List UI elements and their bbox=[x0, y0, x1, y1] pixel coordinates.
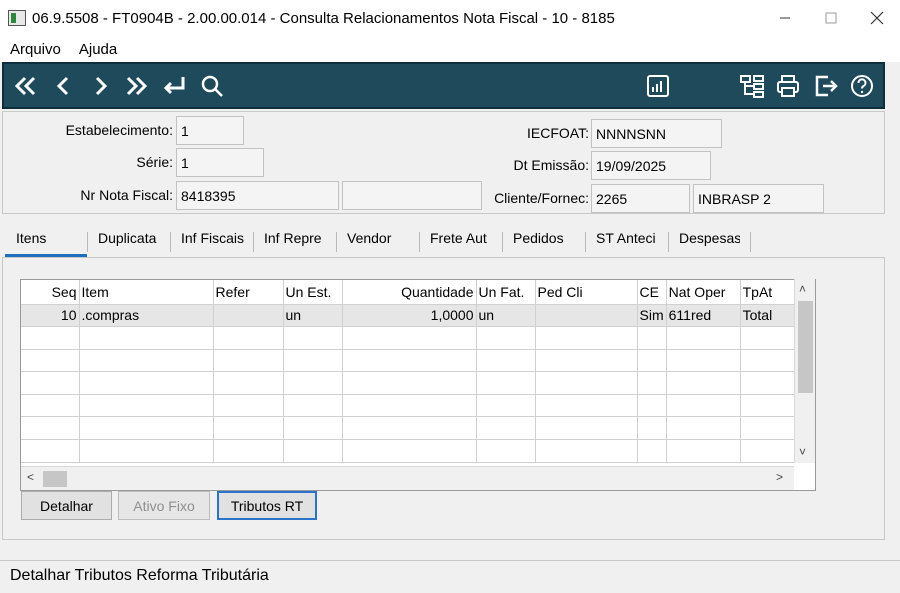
cell-quantidade: 1,0000 bbox=[342, 304, 477, 328]
tributos-rt-button[interactable]: Tributos RT bbox=[217, 491, 317, 520]
cliente-name-field[interactable]: INBRASP 2 bbox=[693, 184, 824, 213]
vertical-scroll-thumb[interactable] bbox=[798, 301, 813, 393]
previous-record-icon[interactable] bbox=[50, 72, 78, 100]
tab-duplicata[interactable]: Duplicata bbox=[96, 230, 168, 256]
nr-nota-fiscal-label: Nr Nota Fiscal: bbox=[80, 187, 173, 203]
print-icon[interactable] bbox=[774, 72, 802, 100]
col-header-seq[interactable]: Seq bbox=[21, 280, 80, 305]
hierarchy-icon[interactable] bbox=[738, 72, 766, 100]
tab-st-anteci[interactable]: ST Anteci bbox=[594, 230, 657, 256]
status-bar: Detalhar Tributos Reforma Tributária bbox=[0, 560, 900, 593]
tab-pedidos[interactable]: Pedidos bbox=[511, 230, 583, 256]
cell-un-est: un bbox=[283, 304, 343, 328]
maximize-icon[interactable] bbox=[808, 0, 854, 36]
col-header-tpat[interactable]: TpAt bbox=[740, 280, 796, 305]
goto-icon[interactable] bbox=[160, 72, 188, 100]
ativo-fixo-button[interactable]: Ativo Fixo bbox=[118, 491, 210, 520]
cell-ce: Sim bbox=[637, 304, 667, 328]
scroll-up-icon[interactable]: ˄ bbox=[799, 282, 806, 296]
tab-vendor[interactable]: Vendor bbox=[345, 230, 415, 256]
dt-emissao-label: Dt Emissão: bbox=[513, 157, 589, 173]
window-controls bbox=[762, 0, 900, 36]
tab-bar: Itens Duplicata Inf Fiscais Inf Repre Ve… bbox=[2, 214, 885, 258]
col-header-item[interactable]: Item bbox=[79, 280, 214, 305]
exit-icon[interactable] bbox=[812, 72, 840, 100]
cell-item: .compras bbox=[79, 304, 214, 328]
tab-frete-aut[interactable]: Frete Aut bbox=[428, 230, 491, 256]
menu-ajuda[interactable]: Ajuda bbox=[79, 41, 117, 58]
grid-vertical-scrollbar[interactable]: ˄ ˅ bbox=[794, 279, 815, 463]
iecfoat-field[interactable]: NNNNSNN bbox=[591, 119, 722, 148]
table-row[interactable]: 10 .compras un 1,0000 un Sim 611red Tota… bbox=[21, 304, 796, 328]
title-bar: 06.9.5508 - FT0904B - 2.00.00.014 - Cons… bbox=[0, 0, 900, 36]
header-form: Estabelecimento: 1 Série: 1 Nr Nota Fisc… bbox=[2, 111, 885, 214]
col-header-quantidade[interactable]: Quantidade bbox=[342, 280, 477, 305]
menu-arquivo[interactable]: Arquivo bbox=[10, 41, 61, 58]
estabelecimento-label: Estabelecimento: bbox=[65, 122, 173, 138]
cell-nat-oper: 611red bbox=[666, 304, 741, 328]
cliente-code-field[interactable]: 2265 bbox=[591, 184, 690, 213]
tab-despesas[interactable]: Despesas bbox=[677, 230, 740, 256]
grid-horizontal-scrollbar[interactable]: < > bbox=[21, 466, 794, 490]
cell-tpat: Total bbox=[740, 304, 796, 328]
tab-itens[interactable]: Itens bbox=[14, 230, 84, 256]
serie-field[interactable]: 1 bbox=[176, 148, 264, 177]
grid-header-row: Seq Item Refer Un Est. Quantidade Un Fat… bbox=[21, 280, 796, 305]
next-record-icon[interactable] bbox=[86, 72, 114, 100]
empty-row bbox=[21, 349, 796, 373]
iecfoat-label: IECFOAT: bbox=[527, 125, 589, 141]
empty-row bbox=[21, 326, 796, 350]
empty-row bbox=[21, 394, 796, 418]
last-record-icon[interactable] bbox=[122, 72, 150, 100]
horizontal-scroll-thumb[interactable] bbox=[43, 471, 67, 487]
scroll-down-icon[interactable]: ˅ bbox=[799, 445, 806, 459]
first-record-icon[interactable] bbox=[12, 72, 40, 100]
report-icon[interactable] bbox=[644, 72, 672, 100]
col-header-nat-oper[interactable]: Nat Oper bbox=[666, 280, 741, 305]
col-header-refer[interactable]: Refer bbox=[213, 280, 284, 305]
search-icon[interactable] bbox=[198, 72, 226, 100]
col-header-ped-cli[interactable]: Ped Cli bbox=[535, 280, 638, 305]
empty-row bbox=[21, 371, 796, 395]
empty-row bbox=[21, 416, 796, 441]
cliente-fornec-label: Cliente/Fornec: bbox=[494, 190, 589, 206]
col-header-un-est[interactable]: Un Est. bbox=[283, 280, 343, 305]
nr-nota-fiscal-field[interactable]: 8418395 bbox=[176, 181, 339, 210]
help-icon[interactable] bbox=[848, 72, 876, 100]
toolbar bbox=[2, 62, 885, 109]
dt-emissao-field[interactable]: 19/09/2025 bbox=[591, 151, 711, 180]
minimize-icon[interactable] bbox=[762, 0, 808, 36]
scroll-right-icon[interactable]: > bbox=[776, 470, 783, 484]
cell-refer bbox=[213, 304, 284, 328]
scroll-left-icon[interactable]: < bbox=[27, 470, 34, 484]
col-header-un-fat[interactable]: Un Fat. bbox=[476, 280, 536, 305]
col-header-ce[interactable]: CE bbox=[637, 280, 667, 305]
window-title: 06.9.5508 - FT0904B - 2.00.00.014 - Cons… bbox=[32, 9, 615, 27]
app-icon bbox=[8, 10, 26, 26]
cell-un-fat: un bbox=[476, 304, 536, 328]
menu-bar: Arquivo Ajuda bbox=[0, 36, 900, 62]
items-grid[interactable]: Seq Item Refer Un Est. Quantidade Un Fat… bbox=[20, 279, 816, 491]
detalhar-button[interactable]: Detalhar bbox=[21, 491, 112, 520]
empty-row bbox=[21, 439, 796, 463]
cell-ped-cli bbox=[535, 304, 638, 328]
tab-inf-repre[interactable]: Inf Repre bbox=[262, 230, 324, 256]
tab-inf-fiscais[interactable]: Inf Fiscais bbox=[179, 230, 245, 256]
serie-label: Série: bbox=[136, 154, 173, 170]
estabelecimento-field[interactable]: 1 bbox=[176, 116, 244, 145]
close-icon[interactable] bbox=[854, 0, 900, 36]
window-right-edge bbox=[887, 62, 900, 559]
cell-seq: 10 bbox=[21, 304, 80, 328]
